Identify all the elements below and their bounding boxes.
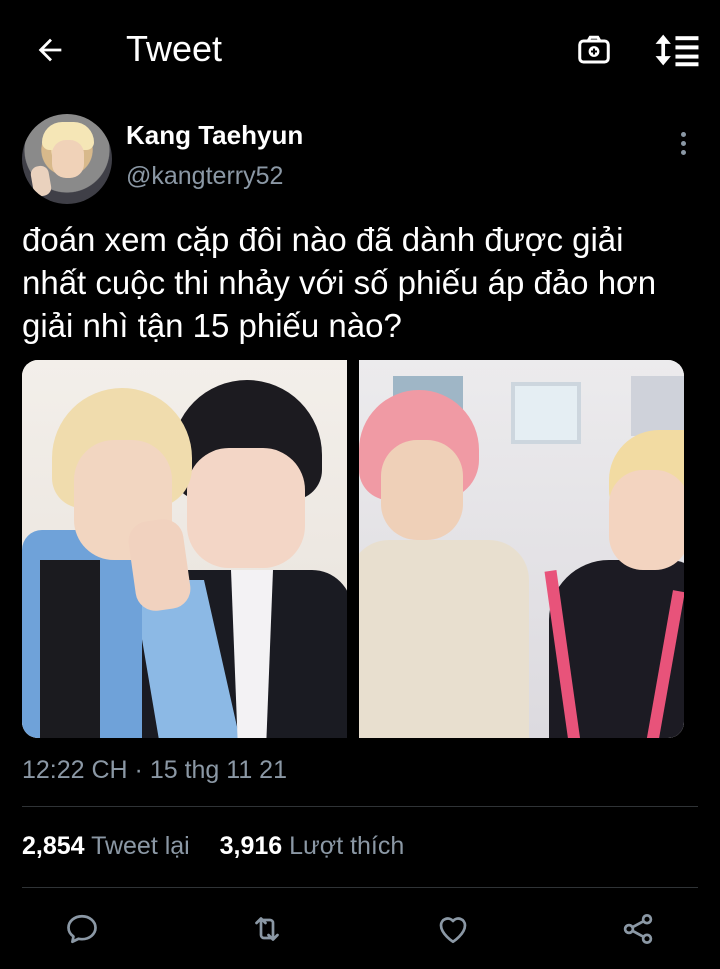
top-bar: Tweet (0, 0, 720, 98)
retweet-label[interactable]: Tweet lại (91, 832, 190, 860)
back-arrow-icon (38, 38, 62, 62)
tweet-timestamp[interactable]: 12:22 CH · 15 thg 11 21 (22, 756, 287, 785)
sort-icon (655, 34, 699, 67)
retweet-button[interactable] (247, 909, 287, 949)
retweet-icon (255, 917, 279, 941)
like-button[interactable] (433, 909, 473, 949)
camera-button[interactable] (572, 30, 616, 70)
reply-icon (67, 914, 97, 944)
tweet-text: đoán xem cặp đôi nào đã dành được giải n… (22, 218, 702, 347)
like-count[interactable]: 3,916 (220, 832, 283, 860)
sort-button[interactable] (652, 30, 702, 70)
tweet-text-line: giải nhì tận 15 phiếu nào? (22, 307, 402, 344)
camera-icon (578, 35, 610, 64)
divider (22, 887, 698, 888)
tweet-text-line: đoán xem cặp đôi nào đã dành được giải (22, 221, 624, 258)
more-options-button[interactable] (668, 128, 698, 158)
tweet-stats: 2,854 Tweet lại 3,916 Lượt thích (22, 832, 404, 861)
share-button[interactable] (618, 909, 658, 949)
like-icon (439, 917, 467, 944)
share-icon (623, 914, 653, 944)
avatar-face (52, 140, 84, 178)
like-label[interactable]: Lượt thích (289, 832, 404, 860)
retweet-count[interactable]: 2,854 (22, 832, 85, 860)
tweet-photo-2[interactable] (359, 360, 684, 738)
tweet-actions (0, 905, 720, 955)
more-dot-icon (680, 140, 686, 146)
reply-button[interactable] (62, 909, 102, 949)
author-handle[interactable]: @kangterry52 (126, 162, 283, 191)
author-display-name[interactable]: Kang Taehyun (126, 120, 303, 151)
page-title: Tweet (126, 28, 223, 69)
tweet-photo-1[interactable] (22, 360, 347, 738)
divider (22, 806, 698, 807)
tweet-text-line: nhất cuộc thi nhảy với số phiếu áp đảo h… (22, 264, 657, 301)
author-avatar[interactable] (22, 114, 112, 204)
avatar-hand (29, 164, 53, 198)
more-dot-icon (680, 131, 686, 137)
more-dot-icon (680, 149, 686, 155)
back-button[interactable] (30, 30, 70, 70)
